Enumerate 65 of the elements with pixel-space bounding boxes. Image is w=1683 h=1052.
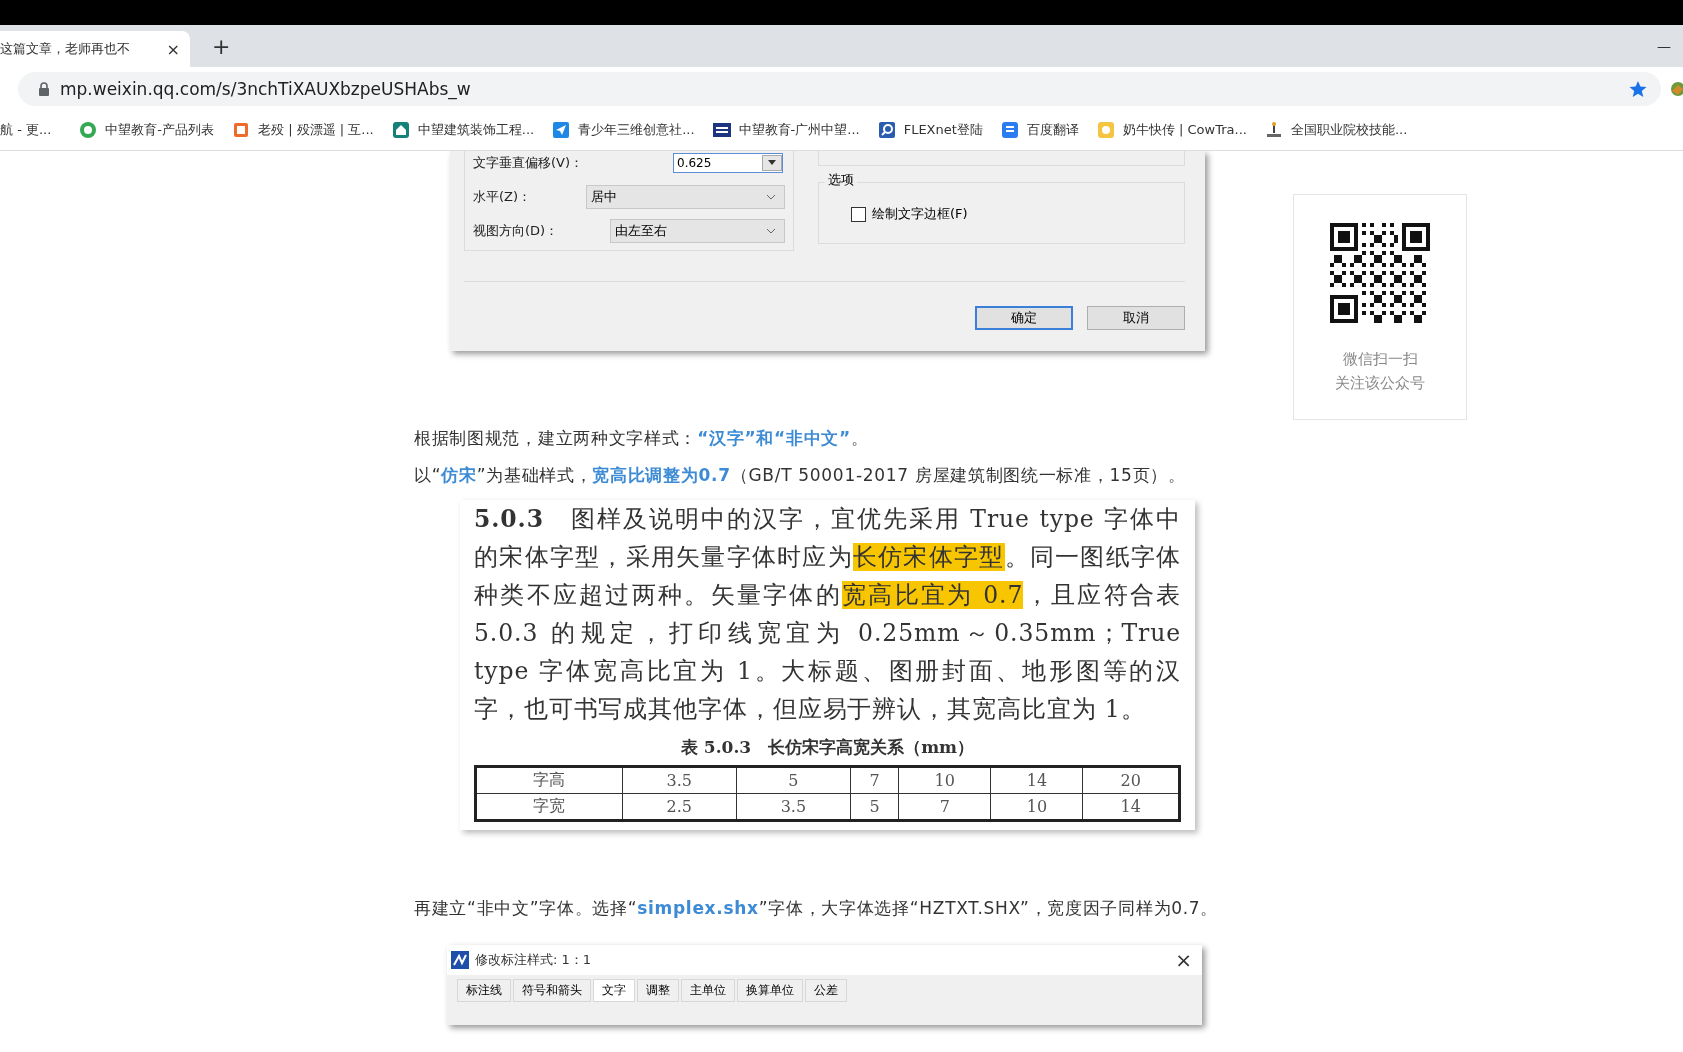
tab[interactable]: 标注线 <box>457 979 511 1002</box>
tab[interactable]: 主单位 <box>681 979 735 1002</box>
bookmark-icon <box>1000 121 1019 139</box>
table-cell: 14 <box>990 766 1083 794</box>
ok-button[interactable]: 确定 <box>975 306 1073 330</box>
bookmark[interactable]: 中望建筑装饰工程... <box>391 121 535 139</box>
address-field[interactable]: mp.weixin.qq.com/s/3nchTiXAUXbzpeUSHAbs_w <box>18 71 1661 106</box>
tab[interactable]: 公差 <box>805 979 847 1002</box>
bookmark-icon <box>391 121 410 139</box>
checkbox[interactable] <box>851 206 866 222</box>
dropdown[interactable]: 居中 <box>586 185 785 209</box>
bookmark[interactable]: 中望教育-广州中望... <box>712 121 860 139</box>
app-icon <box>451 951 469 969</box>
url-text: mp.weixin.qq.com/s/3nchTiXAUXbzpeUSHAbs_w <box>60 78 471 99</box>
bookmark[interactable]: 奶牛快传 | CowTra... <box>1096 121 1247 139</box>
bookmark[interactable]: FLEXnet登陆 <box>877 121 983 139</box>
table-cell: 5 <box>736 766 851 794</box>
tab[interactable]: 文字 <box>593 979 635 1002</box>
browser-tab[interactable]: 这篇文章，老师再也不 × <box>0 31 190 67</box>
paragraph: 以“仿宋”为基础样式，宽高比调整为0.7（GB/T 50001-2017 房屋建筑制图统一标准，15页）。 <box>414 464 1187 487</box>
excerpt-text: 5.0.3 图样及说明中的汉字，宜优先采用 True type 字体中的宋体字型，采用矢量字体时应为长仿宋体字型。同一图纸字体种类不应超过两种。矢量字体的 宽高比宜为 0.7，且应符合表 5.0.3 的规定，打印线宽宜为 0.25mm～0.35mm；True type 字体宽高比宜为 1。大标题、图册封面、地形图等的汉字，也可书写成其他字体，但应易于辨认，其宽高比宜为 1。 <box>474 504 1181 725</box>
offset-field[interactable]: 0.625 <box>673 153 783 173</box>
row-header: 字高 <box>475 766 623 794</box>
bookmark[interactable]: 青少年三维创意社... <box>552 121 695 139</box>
close-icon[interactable]: × <box>1175 948 1192 972</box>
bookmark-icon <box>1096 121 1115 139</box>
tab[interactable]: 符号和箭头 <box>513 979 591 1002</box>
tab-title: 这篇文章，老师再也不 <box>0 40 131 58</box>
paragraph: 再建立“非中文”字体。选择“simplex.shx”字体，大字体选择“HZTXT.SHX”，宽度因子同样为0.7。 <box>414 897 1220 920</box>
cancel-button[interactable]: 取消 <box>1087 306 1185 330</box>
bookmark[interactable]: 中望教育-产品列表 <box>79 121 215 139</box>
field-label: 文字垂直偏移(V)： <box>473 154 585 172</box>
dialog-title: 修改标注样式: 1：1 <box>475 951 592 969</box>
tab[interactable]: 换算单位 <box>737 979 803 1002</box>
extension-icon <box>1669 79 1683 98</box>
table-cell: 7 <box>850 766 899 794</box>
bookmark[interactable]: 老殁 | 殁漂遥 | 互... <box>232 121 374 139</box>
table-cell: 3.5 <box>622 766 737 794</box>
bookmark[interactable]: 百度翻译 <box>1000 121 1079 139</box>
bookmark-icon <box>552 121 571 139</box>
chevron-icon <box>766 194 776 200</box>
paragraph: 根据制图规范，建立两种文字样式：“汉字”和“非中文”。 <box>414 427 870 450</box>
bookmark-icon <box>877 121 896 139</box>
qr-caption: 微信扫一扫 <box>1342 349 1418 370</box>
chevron-icon <box>766 228 776 234</box>
dropdown[interactable]: 由左至右 <box>609 219 785 243</box>
bookmark-icon <box>232 121 251 139</box>
close-icon[interactable]: × <box>166 39 180 59</box>
tab[interactable]: 调整 <box>637 979 679 1002</box>
bookmark-icon <box>712 121 731 139</box>
checkbox-label: 绘制文字边框(F) <box>872 205 968 223</box>
new-tab-button[interactable]: + <box>212 33 231 59</box>
bookmark[interactable]: 全国职业院校技能... <box>1264 121 1408 139</box>
table-caption: 表 5.0.3 长仿宋字高宽关系（mm） <box>679 736 976 759</box>
bookmark-icon <box>1264 121 1283 139</box>
qr-caption: 关注该公众号 <box>1335 373 1425 394</box>
lock-icon <box>38 81 50 96</box>
field-label: 视图方向(D)： <box>473 222 560 240</box>
minimize-button[interactable]: — <box>1657 38 1671 54</box>
group-title: 选项 <box>825 171 857 189</box>
bookmark-icon <box>79 121 98 139</box>
field-label: 水平(Z)： <box>473 188 533 206</box>
bookmark[interactable]: 航 - 更... <box>0 121 52 139</box>
table-cell: 10 <box>898 766 991 794</box>
star-icon <box>1629 79 1647 98</box>
